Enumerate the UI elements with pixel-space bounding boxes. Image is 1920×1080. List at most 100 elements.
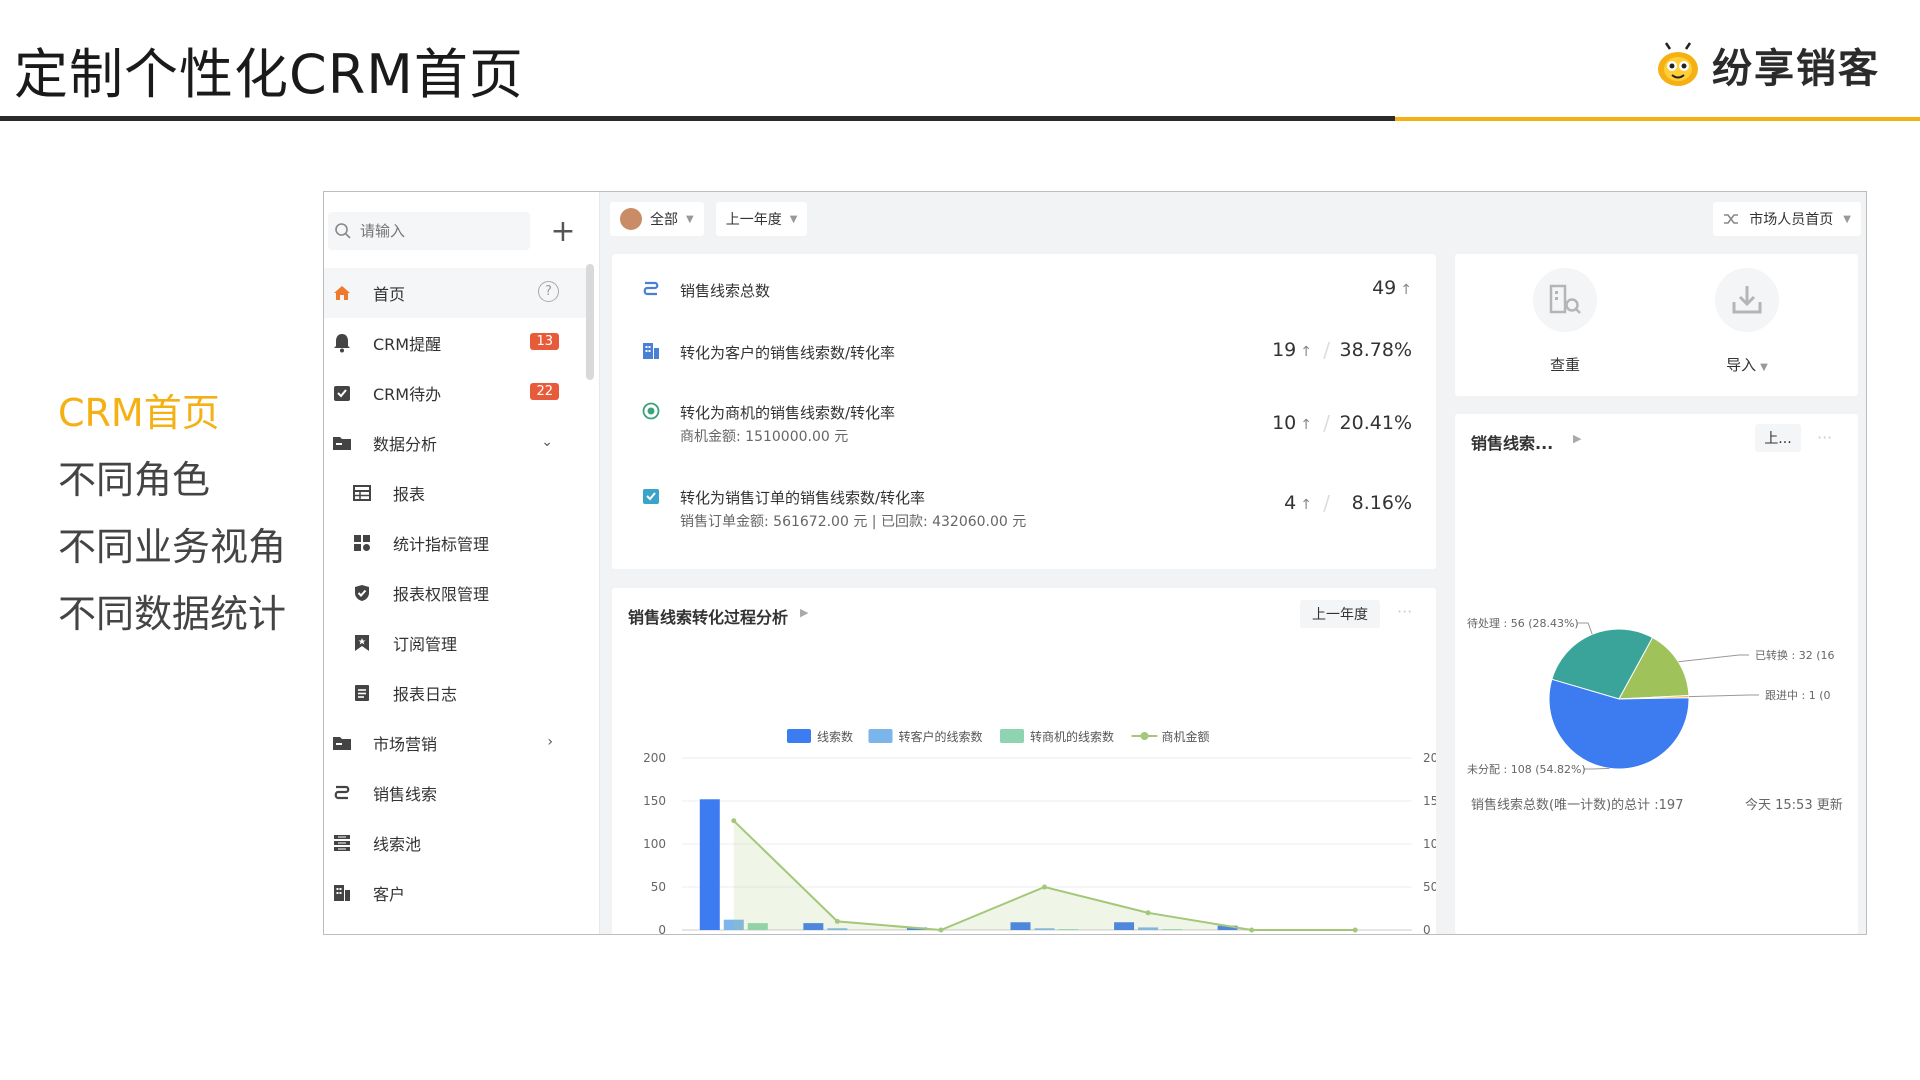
sidebar-item-label: 线索池 [373,835,422,854]
bee-logo-icon [1658,42,1698,86]
count-badge: 13 [530,333,559,350]
chevron-right-icon[interactable]: › [547,734,553,750]
sidebar-item-report-permission[interactable]: 报表权限管理 [324,568,589,618]
header-divider-accent [1395,117,1920,121]
arrow-up-icon: ↑ [1400,282,1412,298]
arrow-up-icon: ↑ [1300,344,1312,360]
bookmark-icon [351,632,373,654]
line-point [731,818,737,824]
stat-count-value: 49 [1372,277,1397,299]
sidebar-item-report[interactable]: 报表 [324,468,589,518]
divider: / [1323,338,1330,362]
sidebar-item-metrics[interactable]: 统计指标管理 [324,518,589,568]
sidebar-item-data-analysis[interactable]: 数据分析 ⌄ [324,418,589,468]
chevron-down-icon[interactable]: ⌄ [541,434,553,450]
log-icon [351,682,373,704]
line-point [1145,910,1151,916]
folder-icon [331,432,353,454]
divider: / [1323,491,1330,515]
sidebar-item-label: 报表日志 [393,685,458,704]
period-filter[interactable]: 上一年度 ▼ [715,202,808,236]
legend-label: 商机金额 [1162,729,1210,744]
bullet-item: 不同业务视角 [58,525,287,569]
import-label-text: 导入 [1726,356,1757,374]
search-input[interactable] [360,222,510,240]
y2-tick-label: 200万 [1423,751,1436,765]
sidebar-item-crm-todo[interactable]: CRM待办 22 [324,368,589,418]
view-switcher[interactable]: 市场人员首页 ▼ [1713,202,1861,236]
scope-filter[interactable]: 全部 ▼ [610,202,704,236]
shield-icon [351,582,373,604]
caret-down-icon: ▼ [789,213,798,225]
arrow-up-icon: ↑ [1300,497,1312,513]
y-tick-label: 150 [643,794,666,808]
sidebar-item-label: 统计指标管理 [393,535,490,554]
sidebar-item-label: 报表权限管理 [393,585,490,604]
add-button[interactable]: + [544,212,582,250]
sidebar-item-label: 客户 [373,885,406,904]
sidebar-item-label: CRM提醒 [373,335,442,354]
sidebar: + 首页 ? CRM提醒 13 CRM待办 22 [324,192,600,934]
y-tick-label: 100 [643,837,666,851]
y2-tick-label: 0 [1423,923,1431,935]
pie-label: 待处理 : 56 (28.43%) [1467,616,1579,630]
sidebar-item-leads[interactable]: 销售线索 [324,768,589,818]
stat-count: 10 ↑ [1272,412,1312,434]
pie-leader-line [1678,654,1749,663]
y2-tick-label: 50万 [1423,880,1436,894]
sidebar-item-crm-reminder[interactable]: CRM提醒 13 [324,318,589,368]
pie-leader-line [1688,694,1759,698]
sidebar-item-report-log[interactable]: 报表日志 [324,668,589,718]
pie-updated-label: 今天 15:53 更新 [1745,798,1843,813]
search-box[interactable] [328,212,530,250]
lead-stats-card: 销售线索总数 49 ↑ 转化为客户的销售线索数/转化率 19 ↑ / 38.78% … [612,254,1436,569]
stat-label: 转化为客户的销售线索数/转化率 [680,344,896,362]
pie-label: 未分配 : 108 (54.82%) [1467,763,1586,776]
table-icon [351,482,373,504]
bullet-list: CRM首页 不同角色 不同业务视角 不同数据统计 [58,380,286,648]
caret-down-icon: ▼ [1843,213,1851,225]
stat-sub-label: 商机金额: 1510000.00 元 [680,429,849,445]
arrow-up-icon: ↑ [1300,417,1312,433]
legend-swatch [787,729,811,743]
sidebar-item-marketing[interactable]: 市场营销 › [324,718,589,768]
line-point [1042,884,1047,890]
sidebar-item-customer[interactable]: 客户 [324,868,589,918]
lead-conversion-chart-card: 销售线索转化过程分析 ▶ 上一年度 ··· 线索数 转客户的线索数 转商机的线索数商… [612,588,1436,935]
bar-chart: 线索数 转客户的线索数 转商机的线索数 商机金额 0 0 50 50万 100 100万 150 15… [643,729,1436,935]
line-point [1352,927,1358,933]
todo-icon [331,382,353,404]
import-button[interactable]: 导入 ▼ [1707,268,1787,375]
line-point [1249,927,1255,933]
stat-rate: 38.78% [1339,339,1412,361]
line-point [834,918,840,924]
quick-actions-card: 查重 导入 ▼ [1455,254,1858,396]
view-switcher-label: 市场人员首页 [1749,212,1834,228]
sidebar-item-home[interactable]: 首页 ? [324,268,589,318]
building-icon [331,882,353,904]
pie-leader-line [1578,622,1593,635]
sidebar-item-label: 销售线索 [373,785,438,804]
slide-title: 定制个性化CRM首页 [14,43,524,106]
order-icon [643,489,659,504]
help-icon[interactable]: ? [538,281,559,302]
caret-down-icon: ▼ [1760,362,1768,373]
folder-icon [331,732,353,754]
stat-rate: 20.41% [1339,412,1412,434]
check-duplicate-label: 查重 [1549,356,1580,374]
caret-down-icon: ▼ [686,213,694,225]
target-icon [642,402,660,420]
sidebar-item-subscription[interactable]: 订阅管理 [324,618,589,668]
grid-icon [351,532,373,554]
sidebar-item-label: 订阅管理 [393,635,458,654]
sidebar-item-lead-pool[interactable]: 线索池 [324,818,589,868]
sidebar-scrollbar[interactable] [586,264,594,380]
pie-chart: 待处理 : 56 (28.43%) 已转换 : 32 (16 跟进中 : 1 (0 未… [1467,616,1834,776]
check-duplicate-button[interactable]: 查重 [1525,268,1605,375]
leads-icon [643,281,659,296]
bullet-item: 不同角色 [58,458,211,502]
stat-count: 4 ↑ [1284,492,1312,514]
sidebar-item-label: CRM待办 [373,385,442,404]
header-divider [0,116,1395,121]
line-point [938,927,944,933]
